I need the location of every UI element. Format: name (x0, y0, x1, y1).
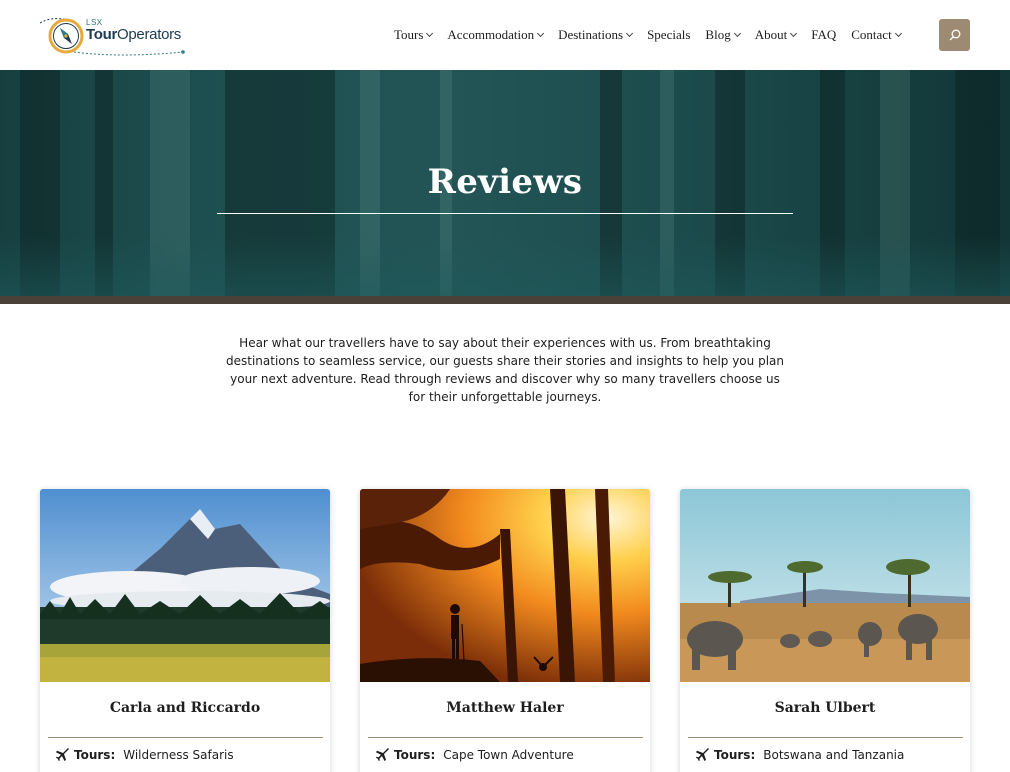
hero-ground (0, 236, 1010, 296)
chevron-down-icon (537, 29, 545, 38)
search-icon (949, 29, 960, 41)
review-card[interactable]: Matthew Haler Tours: Cape Town Adventure (360, 489, 650, 772)
nav-item-label: Specials (647, 27, 691, 42)
title-divider (217, 213, 793, 214)
tours-label: Tours: (394, 748, 436, 762)
nav-item-label: Tours (394, 27, 424, 42)
card-divider (48, 737, 323, 738)
logo-wordmark-light: Operators (117, 26, 182, 43)
site-logo[interactable]: LSX TourOperators (38, 14, 188, 58)
tours-value: Cape Town Adventure (443, 748, 574, 762)
airplane-icon (376, 748, 389, 761)
tours-row: Tours: Wilderness Safaris (56, 748, 234, 762)
hiker-sunset-image[interactable] (360, 489, 650, 682)
logo-wordmark-bold: Tour (86, 26, 118, 43)
hero-banner: Reviews (0, 70, 1010, 296)
reviewer-name[interactable]: Matthew Haler (360, 700, 650, 716)
nav-item-contact[interactable]: Contact (851, 27, 902, 43)
search-button[interactable] (939, 19, 970, 51)
nav-item-tours[interactable]: Tours (394, 27, 434, 43)
nav-item-faq[interactable]: FAQ (811, 27, 836, 43)
nav-item-label: Blog (705, 27, 731, 42)
nav-item-about[interactable]: About (754, 27, 798, 43)
nav-item-accommodation[interactable]: Accommodation (447, 27, 545, 43)
hero-bottom-strip (0, 296, 1010, 304)
reviewer-name[interactable]: Sarah Ulbert (680, 700, 970, 716)
nav-item-label: Destinations (558, 27, 624, 42)
review-card[interactable]: Carla and Riccardo Tours: Wilderness Saf… (40, 489, 330, 772)
chevron-down-icon (426, 29, 434, 38)
review-card[interactable]: Sarah Ulbert Tours: Botswana and Tanzani… (680, 489, 970, 772)
card-divider (688, 737, 963, 738)
logo-wordmark: TourOperators (86, 26, 181, 43)
main-nav: Tours Accommodation Destinations Special… (394, 26, 916, 44)
chevron-down-icon (626, 29, 634, 38)
chevron-down-icon (894, 29, 902, 38)
elephants-savanna-image[interactable] (680, 489, 970, 682)
nav-item-label: Contact (851, 27, 892, 42)
nav-item-label: About (754, 27, 788, 42)
reviewer-name[interactable]: Carla and Riccardo (40, 700, 330, 716)
tours-row: Tours: Cape Town Adventure (376, 748, 574, 762)
tours-value: Wilderness Safaris (123, 748, 234, 762)
chevron-down-icon (790, 29, 798, 38)
nav-item-destinations[interactable]: Destinations (558, 27, 634, 43)
site-header: LSX TourOperators Tours Accommodation De… (0, 0, 1010, 70)
tours-row: Tours: Botswana and Tanzania (696, 748, 904, 762)
page-title: Reviews (427, 162, 583, 202)
chevron-down-icon (733, 29, 741, 38)
airplane-icon (696, 748, 709, 761)
card-divider (368, 737, 643, 738)
airplane-icon (56, 748, 69, 761)
intro-text: Hear what our travellers have to say abo… (226, 336, 784, 404)
nav-item-specials[interactable]: Specials (647, 27, 690, 43)
tours-label: Tours: (714, 748, 756, 762)
tours-label: Tours: (74, 748, 116, 762)
nav-item-blog[interactable]: Blog (705, 27, 741, 43)
nav-item-label: Accommodation (447, 27, 535, 42)
tours-value: Botswana and Tanzania (763, 748, 905, 762)
nav-item-label: FAQ (811, 27, 837, 42)
mountain-landscape-image[interactable] (40, 489, 330, 682)
